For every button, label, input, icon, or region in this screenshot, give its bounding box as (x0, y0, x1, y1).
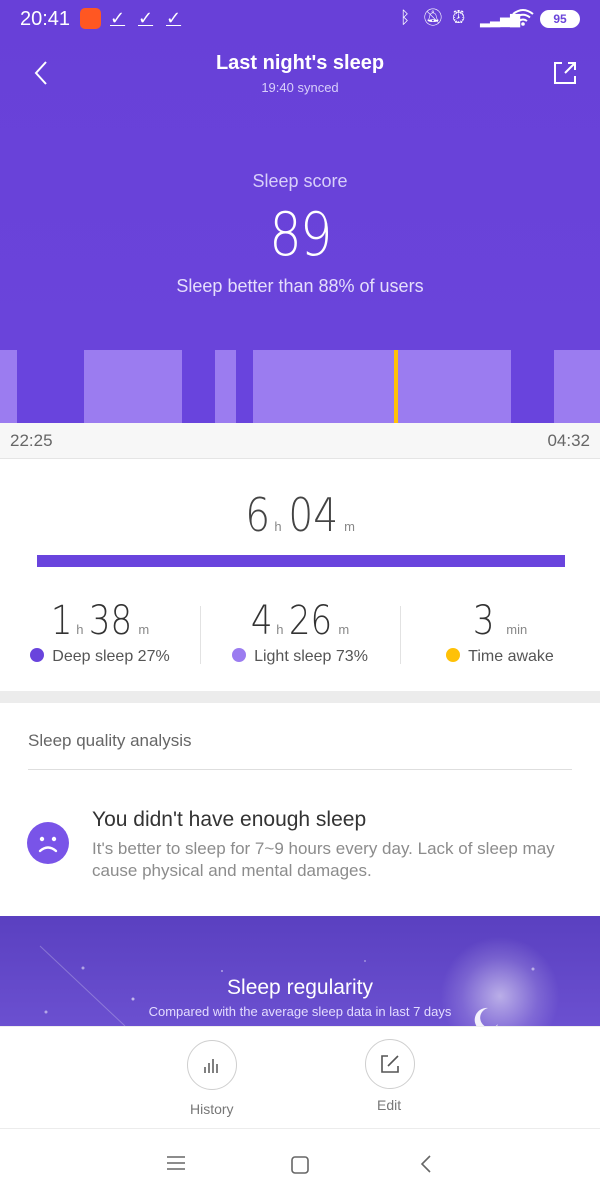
minutes-unit: m (138, 622, 150, 637)
sleep-regularity-card[interactable]: Sleep regularity Compared with the avera… (0, 916, 600, 1026)
timeline-segment-deep (236, 350, 253, 423)
bar-chart-icon (204, 1059, 218, 1073)
deep-sleep-label: Deep sleep 27% (52, 648, 170, 665)
deep-hours: 1 (50, 598, 73, 644)
light-sleep-dot (232, 648, 247, 662)
timeline-segment-light (398, 350, 511, 423)
page-title: Last night's sleep (215, 52, 385, 74)
light-sleep-stat: 4 h 26 m Light sleep 73% (200, 598, 400, 666)
timeline-axis: 22:25 04:32 (0, 423, 600, 459)
sync-status: 19:40 synced (261, 80, 339, 95)
share-icon (554, 62, 576, 84)
home-icon[interactable] (290, 1155, 310, 1175)
timeline-start: 22:25 (10, 431, 53, 450)
edit-button[interactable] (365, 1039, 415, 1089)
share-button[interactable] (552, 60, 578, 86)
deep-minutes: 38 (89, 598, 133, 644)
menu-icon[interactable] (166, 1155, 186, 1171)
divider (28, 769, 572, 770)
deep-sleep-dot (30, 648, 45, 662)
nav-back-icon[interactable] (418, 1154, 434, 1174)
awake-label: Time awake (468, 648, 554, 665)
hours-unit: h (276, 622, 284, 637)
sleep-header: 20:41 ✓ ✓ ✓ ᛒ 🔕︎ ⏰︎ ▂▃▅▇ 95 Last night's… (0, 0, 600, 350)
light-hours: 4 (250, 598, 273, 644)
score-label: Sleep score (252, 171, 348, 191)
timeline-segment-light (554, 350, 600, 423)
awake-unit: min (506, 622, 528, 637)
history-label[interactable]: History (190, 1101, 234, 1117)
minutes-unit: m (338, 622, 350, 637)
score-comparison: Sleep better than 88% of users (176, 276, 424, 296)
total-minutes: 04 (287, 488, 338, 542)
app-icon (80, 8, 101, 29)
light-sleep-label: Light sleep 73% (254, 648, 368, 665)
history-button[interactable] (187, 1040, 237, 1090)
section-separator (0, 691, 600, 703)
hours-unit: h (274, 519, 282, 534)
minutes-unit: m (344, 519, 355, 534)
quality-section-title: Sleep quality analysis (28, 731, 192, 750)
quality-description: It's better to sleep for 7~9 hours every… (92, 839, 555, 880)
timeline-segment-deep (17, 350, 84, 423)
timeline-segment-light (0, 350, 17, 423)
alarm-icon: ⏰︎ (452, 8, 466, 27)
mute-icon: 🔕︎ (422, 8, 444, 27)
timeline-end: 04:32 (547, 431, 590, 450)
check-icon: ✓ (138, 8, 154, 28)
regularity-subtitle: Compared with the average sleep data in … (148, 1004, 452, 1019)
sleep-score: 89 (269, 200, 332, 270)
quality-headline: You didn't have enough sleep (92, 808, 367, 831)
sleep-timeline (0, 350, 600, 423)
sad-face-icon (27, 822, 69, 864)
timeline-segment-light (253, 350, 394, 423)
hours-unit: h (76, 622, 84, 637)
regularity-title: Sleep regularity (227, 976, 373, 999)
status-time: 20:41 (20, 8, 71, 30)
timeline-segment-light (215, 350, 236, 423)
edit-icon (381, 1055, 399, 1073)
check-icon: ✓ (110, 8, 126, 28)
status-bar: 20:41 ✓ ✓ ✓ ᛒ 🔕︎ ⏰︎ ▂▃▅▇ 95 (0, 0, 600, 38)
deep-sleep-stat: 1 h 38 m Deep sleep 27% (0, 598, 200, 666)
edit-label[interactable]: Edit (377, 1097, 401, 1113)
check-icon: ✓ (166, 8, 182, 28)
timeline-segment-light (84, 350, 182, 423)
battery-icon: 95 (540, 10, 580, 28)
wifi-icon (512, 8, 534, 31)
light-minutes: 26 (289, 598, 333, 644)
system-nav-bar (0, 1128, 600, 1201)
awake-dot (446, 648, 461, 662)
awake-value: 3 (472, 598, 495, 644)
bluetooth-icon: ᛒ (400, 8, 411, 27)
awake-stat: 3 min Time awake (400, 598, 600, 666)
total-sleep-bar (37, 555, 565, 567)
total-sleep: 6 h 04 m (0, 488, 600, 542)
total-hours: 6 (245, 488, 271, 542)
bottom-actions: History Edit (0, 1026, 600, 1129)
timeline-segment-deep (182, 350, 215, 423)
timeline-segment-deep (511, 350, 554, 423)
